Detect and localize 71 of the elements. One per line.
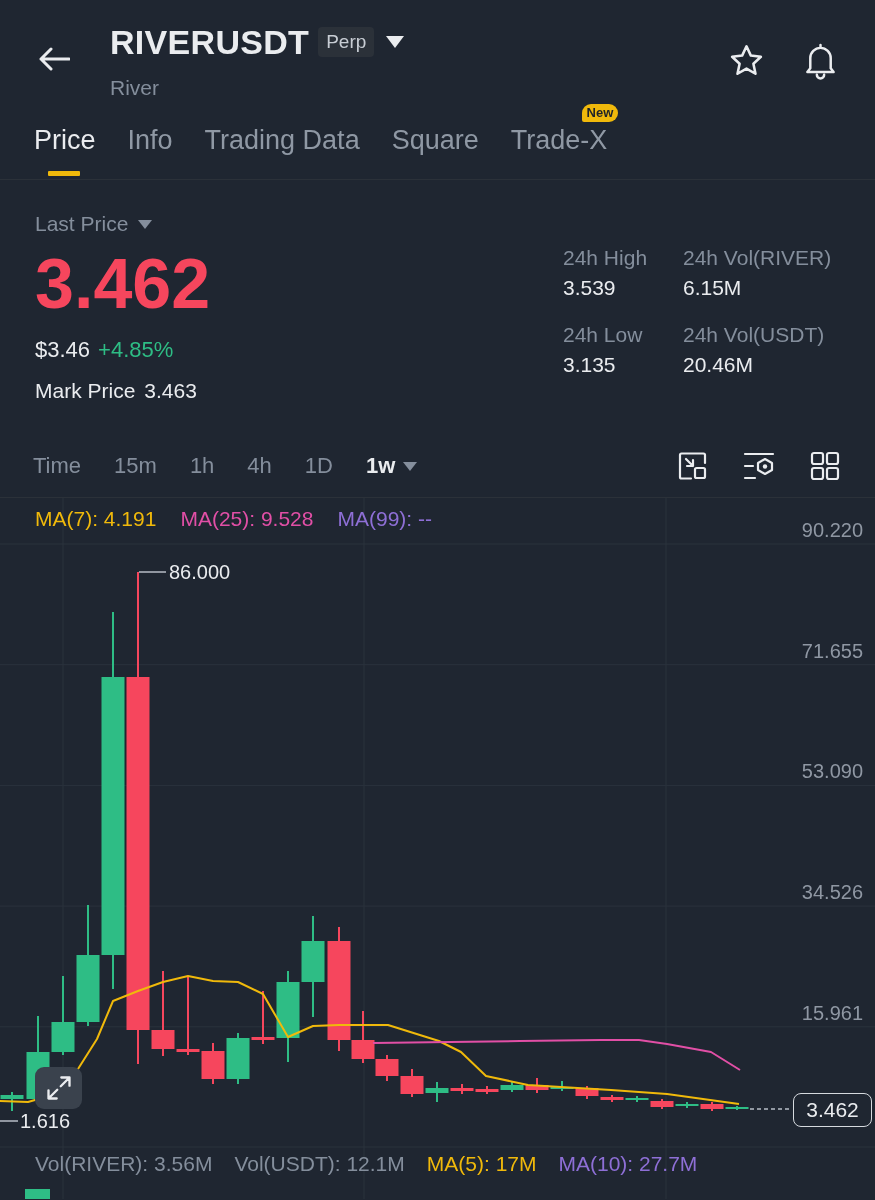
volume-indicator-label: MA(10): 27.7M (558, 1152, 698, 1176)
mark-price-value: 3.463 (144, 378, 197, 404)
interval-tab[interactable]: 1D (304, 452, 333, 480)
indicator-label: MA(25): 9.528 (180, 507, 314, 531)
rising-candle (425, 1081, 449, 1103)
falling-candle (700, 1101, 724, 1112)
mark-price-label: Mark Price (35, 378, 136, 404)
leader-line (138, 571, 167, 573)
tab[interactable]: Price (34, 123, 96, 178)
rising-candle (0, 1091, 24, 1112)
price-axis-label: 53.090 (801, 760, 863, 783)
caret-icon[interactable] (386, 36, 405, 48)
expand-icon (44, 1074, 73, 1102)
interval-tab[interactable]: 15m (114, 452, 157, 480)
falling-candle (525, 1077, 549, 1094)
stat-value: 20.46M (683, 352, 755, 378)
tab[interactable]: Trade-X (510, 123, 608, 178)
usd-price: $3.46 (35, 337, 91, 363)
stat-label: 24h Low (563, 322, 644, 348)
rising-candle (500, 1080, 524, 1093)
rising-candle (675, 1101, 699, 1109)
falling-candle (475, 1085, 499, 1095)
falling-candle (450, 1083, 474, 1095)
last-price: 3.462 (35, 249, 211, 319)
interval-tab[interactable]: 1w (365, 452, 418, 480)
high-price-label: 86.000 (169, 561, 231, 583)
new-badge: New (581, 104, 619, 122)
volume-indicator-label: MA(5): 17M (426, 1152, 537, 1176)
interval-tab[interactable]: 1h (189, 452, 215, 480)
stat-value: 3.135 (563, 352, 617, 378)
low-price-label: 1.616 (20, 1110, 71, 1132)
last-price-label: Last Price (35, 212, 129, 236)
price-axis-label: 71.655 (801, 639, 863, 662)
caret-icon (403, 461, 418, 471)
lines-hexagon-icon[interactable] (743, 451, 775, 481)
volume-bar (25, 1189, 50, 1199)
indicator-label: MA(99): -- (337, 507, 432, 531)
contract-badge: Perp (318, 27, 375, 57)
rising-candle (725, 1105, 749, 1111)
price-axis-label: 15.961 (801, 1001, 863, 1024)
tab[interactable]: Square (391, 123, 479, 178)
tab[interactable]: Info (127, 123, 173, 178)
price-change: +4.85% (98, 337, 174, 363)
volume-indicator-label: Vol(USDT): 12.1M (234, 1152, 405, 1176)
falling-candle (400, 1068, 424, 1098)
interval-tab[interactable]: 4h (247, 452, 272, 480)
falling-candle (650, 1098, 674, 1110)
volume-indicator-label: Vol(RIVER): 3.56M (35, 1152, 213, 1176)
rising-candle (625, 1095, 649, 1103)
back-arrow-icon[interactable] (38, 47, 70, 71)
stat-value: 3.539 (563, 275, 617, 301)
grid-icon[interactable] (810, 451, 840, 481)
stat-label: 24h Vol(USDT) (683, 322, 826, 348)
leader-line (0, 1120, 19, 1122)
symbol-title: RIVERUSDT (110, 22, 310, 62)
fullscreen-button[interactable] (35, 1067, 82, 1109)
last-price-tag: 3.462 (793, 1093, 872, 1127)
interval-tab[interactable]: Time (33, 452, 82, 480)
price-axis-label: 34.526 (801, 881, 863, 904)
coin-name: River (110, 76, 160, 100)
stat-label: 24h High (563, 245, 649, 271)
tab[interactable]: Trading Data (204, 123, 360, 178)
stat-value: 6.15M (683, 275, 743, 301)
falling-candle (251, 990, 275, 1045)
window-arrow-icon[interactable] (678, 451, 708, 481)
stat-label: 24h Vol(RIVER) (683, 245, 833, 271)
price-axis-label: 90.220 (801, 519, 863, 541)
indicator-label: MA(7): 4.191 (35, 507, 157, 531)
rising-candle (226, 1032, 250, 1085)
bell-icon[interactable] (803, 42, 838, 80)
tab-underline (47, 171, 80, 176)
